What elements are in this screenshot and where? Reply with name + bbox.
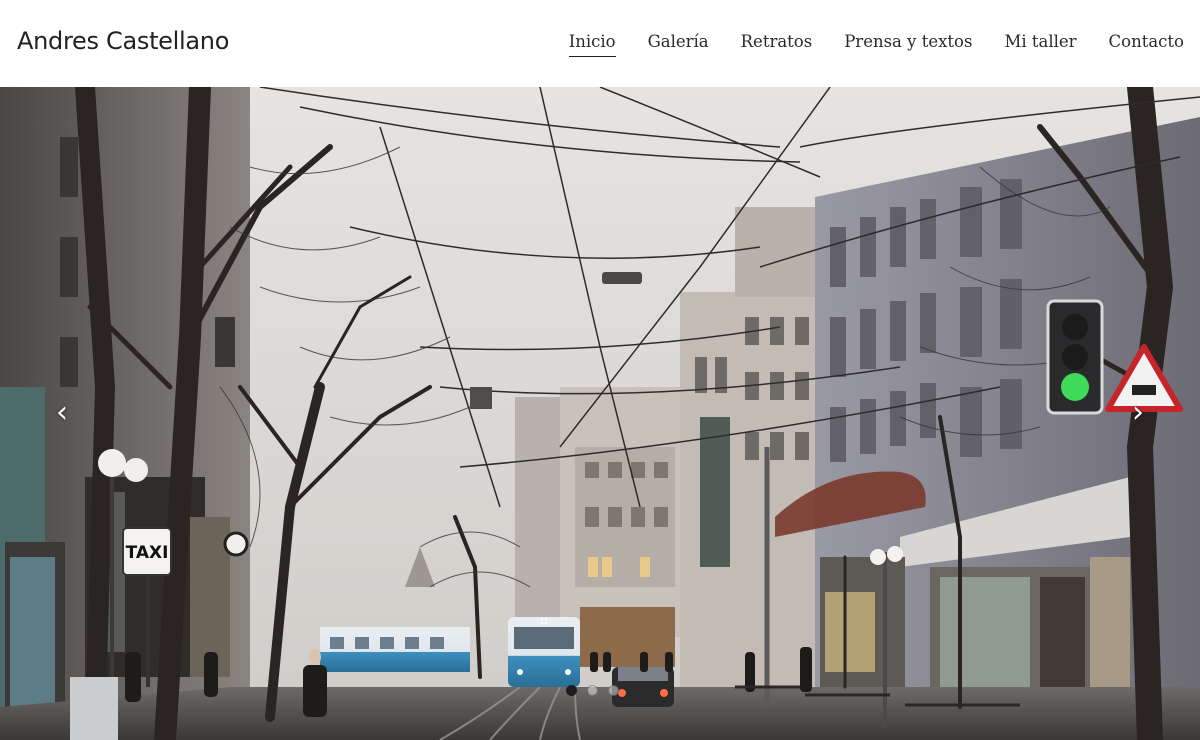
nav-item-retratos[interactable]: Retratos	[741, 32, 813, 55]
left-buildings	[0, 87, 250, 740]
street-lamp	[602, 272, 642, 284]
tram-far	[320, 627, 470, 672]
slide-dot-2[interactable]	[587, 685, 598, 696]
slider-dots	[566, 685, 619, 696]
nav-item-contacto[interactable]: Contacto	[1109, 32, 1184, 55]
site-title[interactable]: Andres Castellano	[17, 27, 229, 55]
slide-dot-1[interactable]	[566, 685, 577, 696]
traffic-light	[1046, 299, 1104, 415]
hero-painting: 11 TAXI	[0, 87, 1200, 740]
nav-item-prensa-y-textos[interactable]: Prensa y textos	[844, 32, 972, 55]
chevron-right-icon[interactable]: ›	[1123, 393, 1153, 433]
nav-item-mi-taller[interactable]: Mi taller	[1004, 32, 1076, 55]
nav-item-galeria[interactable]: Galería	[648, 32, 709, 55]
site-header: Andres Castellano Inicio Galería Retrato…	[0, 0, 1200, 87]
main-nav: Inicio Galería Retratos Prensa y textos …	[568, 32, 1184, 57]
chevron-left-icon[interactable]: ‹	[47, 393, 77, 433]
nav-item-inicio[interactable]: Inicio	[568, 32, 616, 57]
clock	[223, 531, 249, 557]
hero-slider: 11 TAXI ‹ ›	[0, 87, 1200, 740]
tram-near: 11	[508, 617, 580, 687]
taxi-sign-text: TAXI	[126, 543, 169, 563]
car	[612, 667, 674, 707]
slide-dot-3[interactable]	[608, 685, 619, 696]
tram-number: 11	[540, 617, 549, 626]
